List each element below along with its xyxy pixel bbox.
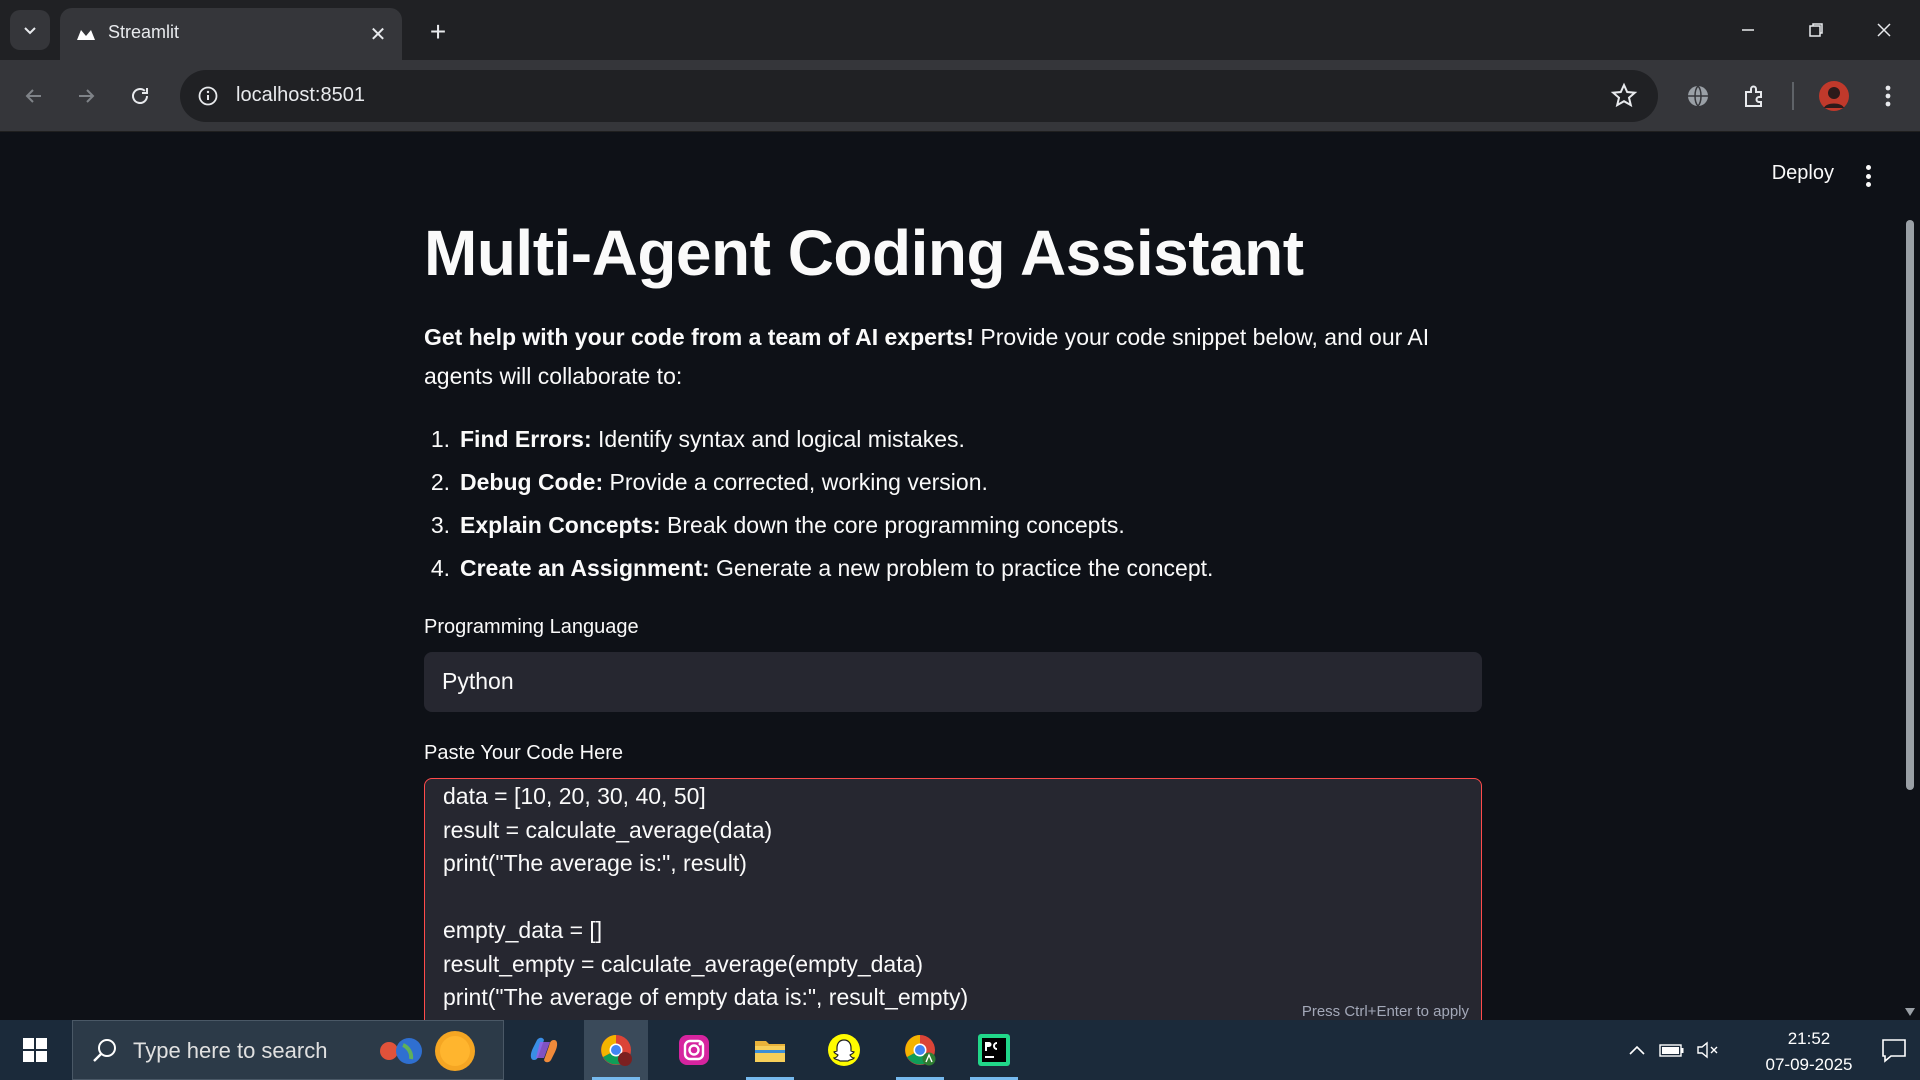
search-icon xyxy=(93,1039,116,1062)
translate-globe-icon[interactable] xyxy=(1680,78,1716,114)
streamlit-app: Deploy Multi-Agent Coding Assistant Get … xyxy=(0,132,1920,1038)
chevron-down-icon xyxy=(24,27,36,35)
tray-overflow-icon[interactable] xyxy=(1622,1020,1652,1080)
reload-button[interactable] xyxy=(120,76,160,116)
code-label: Paste Your Code Here xyxy=(424,742,624,764)
arrow-left-icon xyxy=(25,89,41,103)
url-text: localhost:8501 xyxy=(236,84,365,106)
site-info-icon[interactable] xyxy=(194,82,222,110)
restore-icon xyxy=(1809,23,1823,37)
copilot-icon xyxy=(530,1037,558,1063)
chrome-icon xyxy=(905,1035,936,1066)
profile-avatar[interactable] xyxy=(1816,78,1852,114)
bookmark-star-icon[interactable] xyxy=(1610,82,1638,110)
battery-icon[interactable] xyxy=(1656,1020,1688,1080)
code-line: print("The average of empty data is:", r… xyxy=(443,984,969,1010)
clock-time: 21:52 xyxy=(1787,1029,1831,1048)
taskbar-clock[interactable]: 21:52 07-09-2025 xyxy=(1754,1026,1864,1078)
volume-muted-icon[interactable] xyxy=(1692,1020,1724,1080)
intro-bold: Get help with your code from a team of A… xyxy=(424,324,974,350)
browser-tab-streamlit[interactable]: Streamlit ✕ xyxy=(60,8,402,60)
intro-paragraph: Get help with your code from a team of A… xyxy=(424,318,1482,396)
list-item: 3. Explain Concepts: Break down the core … xyxy=(430,512,1125,538)
code-line: result = calculate_average(data) xyxy=(443,817,773,843)
taskbar-chrome[interactable] xyxy=(888,1020,952,1080)
taskbar-pycharm[interactable] xyxy=(962,1020,1026,1080)
arrow-right-icon xyxy=(79,89,95,103)
address-bar[interactable]: localhost:8501 xyxy=(180,70,1658,122)
browser-menu-icon[interactable] xyxy=(1870,78,1906,114)
language-label: Programming Language xyxy=(424,616,639,638)
tab-close-icon[interactable]: ✕ xyxy=(364,20,392,48)
taskbar-instagram[interactable] xyxy=(662,1020,726,1080)
windows-logo-icon xyxy=(23,1038,47,1062)
taskbar-snapchat[interactable] xyxy=(812,1020,876,1080)
app-menu-icon[interactable] xyxy=(1856,162,1880,190)
restore-button[interactable] xyxy=(1788,8,1844,52)
textarea-hint: Press Ctrl+Enter to apply xyxy=(1301,1003,1469,1020)
taskbar: Type here to search 21:52 07-09-2025 xyxy=(0,1020,1920,1080)
taskbar-chrome-profile[interactable] xyxy=(584,1020,648,1080)
tab-search-button[interactable] xyxy=(10,10,50,50)
code-line: data = [10, 20, 30, 40, 50] xyxy=(443,783,706,809)
scroll-down-arrow-icon[interactable] xyxy=(1905,1008,1915,1016)
code-textarea[interactable]: data = [10, 20, 30, 40, 50] result = cal… xyxy=(424,778,1482,1038)
instagram-icon xyxy=(679,1035,709,1065)
browser-toolbar: localhost:8501 xyxy=(0,60,1920,132)
snapchat-icon xyxy=(828,1034,860,1066)
browser-tabbar: Streamlit ✕ + xyxy=(0,0,1920,60)
extensions-icon[interactable] xyxy=(1736,78,1772,114)
close-window-button[interactable] xyxy=(1856,8,1912,52)
language-select[interactable]: Python xyxy=(424,652,1482,712)
forward-button[interactable] xyxy=(66,76,106,116)
feature-list: 1. Find Errors: Identify syntax and logic… xyxy=(424,418,1482,590)
code-line: result_empty = calculate_average(empty_d… xyxy=(443,951,924,977)
code-line: print("The average is:", result) xyxy=(443,850,747,876)
pycharm-icon xyxy=(978,1034,1010,1066)
reload-icon xyxy=(132,88,148,104)
taskbar-search-box[interactable]: Type here to search xyxy=(72,1020,504,1080)
taskbar-copilot[interactable] xyxy=(512,1020,576,1080)
search-placeholder: Type here to search xyxy=(133,1038,328,1063)
streamlit-logo-icon xyxy=(77,30,95,40)
back-button[interactable] xyxy=(14,76,54,116)
folder-icon xyxy=(755,1041,785,1062)
notification-icon[interactable] xyxy=(1880,1036,1908,1064)
minimize-button[interactable] xyxy=(1720,8,1776,52)
close-icon xyxy=(1877,23,1891,37)
code-line: empty_data = [] xyxy=(443,917,603,943)
deploy-button[interactable]: Deploy xyxy=(1772,162,1834,185)
search-highlight-planets-icon xyxy=(380,1031,475,1071)
minimize-icon xyxy=(1742,29,1754,31)
list-item: 1. Find Errors: Identify syntax and logic… xyxy=(430,426,965,452)
tab-title: Streamlit xyxy=(108,22,180,42)
chrome-icon xyxy=(601,1035,632,1066)
list-item: 2. Debug Code: Provide a corrected, worki… xyxy=(430,469,988,495)
list-item: 4. Create an Assignment: Generate a new p… xyxy=(430,555,1214,581)
taskbar-file-explorer[interactable] xyxy=(738,1020,802,1080)
start-button[interactable] xyxy=(0,1020,70,1080)
page-scrollbar[interactable] xyxy=(1906,220,1914,790)
clock-date: 07-09-2025 xyxy=(1765,1055,1853,1074)
toolbar-divider xyxy=(1792,82,1794,110)
language-value: Python xyxy=(442,668,514,694)
page-title: Multi-Agent Coding Assistant xyxy=(424,217,1304,289)
new-tab-button[interactable]: + xyxy=(420,14,456,50)
